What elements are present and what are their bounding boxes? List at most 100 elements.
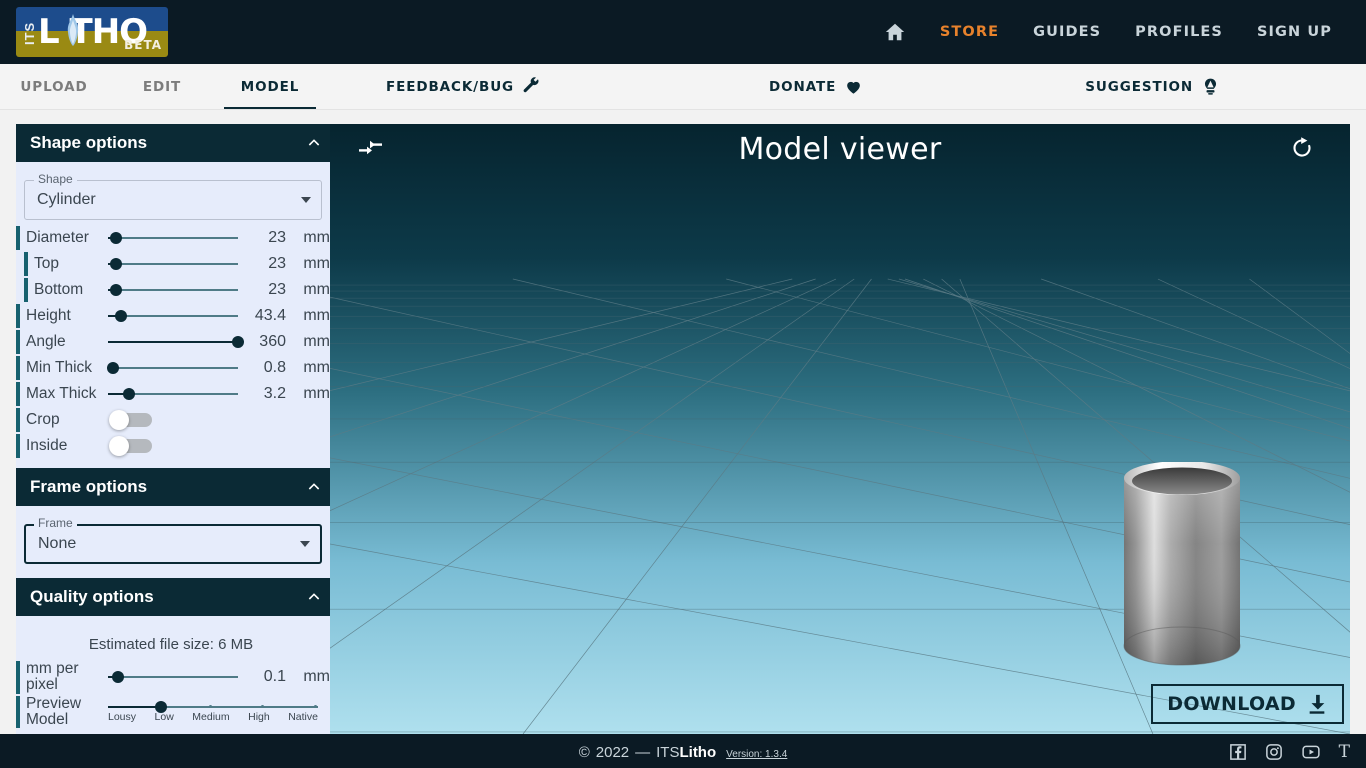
frame-options-header[interactable]: Frame options	[16, 468, 330, 506]
nav-link-store[interactable]: STORE	[940, 24, 999, 40]
row-accent-bar	[16, 695, 20, 729]
refresh-view-button[interactable]	[1290, 136, 1314, 160]
slider-thumb[interactable]	[109, 232, 122, 244]
suggestion-label: SUGGESTION	[1085, 78, 1194, 95]
tick-label-high: High	[248, 710, 270, 723]
logo-its-text: ITS	[22, 21, 37, 45]
label-height: Height	[26, 306, 71, 324]
home-icon[interactable]	[884, 21, 906, 43]
chevron-up-icon[interactable]	[306, 479, 322, 495]
collapse-sidebar-button[interactable]	[358, 136, 384, 160]
value-mm-per-pixel: 0.1	[263, 668, 286, 686]
value-bottom: 23	[268, 281, 286, 298]
donate-label: DONATE	[769, 78, 837, 95]
slider-preview-model[interactable]: Lousy Low Medium High Native	[108, 697, 318, 727]
slider-bottom[interactable]	[108, 280, 238, 300]
brand-prefix: ITS	[656, 743, 680, 761]
label-angle: Angle	[26, 332, 66, 350]
tick-label-medium: Medium	[192, 710, 230, 723]
slider-thumb[interactable]	[109, 284, 122, 296]
site-footer: © 2022 — ITSLitho Version: 1.3.4 T	[0, 734, 1366, 768]
slider-angle[interactable]	[108, 332, 244, 352]
row-preview-model: Preview Model Lousy Low Medium High Nati…	[16, 694, 326, 729]
slider-max-thick[interactable]	[108, 384, 238, 404]
copyright-symbol: ©	[578, 743, 590, 761]
row-accent-bar	[16, 434, 20, 458]
slider-thumb[interactable]	[112, 671, 125, 684]
refresh-icon	[1293, 137, 1311, 157]
slider-thumb[interactable]	[232, 336, 244, 348]
slider-top[interactable]	[108, 254, 238, 274]
unit-height: mm	[303, 307, 330, 324]
feedback-bug-link[interactable]: FEEDBACK/BUG	[386, 77, 541, 96]
quality-options-body: Estimated file size: 6 MB mm per pixel 0…	[16, 616, 330, 734]
slider-thumb[interactable]	[122, 388, 135, 400]
tab-model[interactable]: MODEL	[216, 64, 324, 109]
slider-min-thick[interactable]	[107, 358, 238, 378]
nav-link-sign-up[interactable]: SIGN UP	[1257, 24, 1332, 40]
slider-mm-per-pixel[interactable]	[108, 667, 238, 687]
tick-label-lousy: Lousy	[108, 710, 137, 723]
thingiverse-icon[interactable]: T	[1339, 742, 1350, 762]
shape-select-value: Cylinder	[37, 191, 96, 208]
frame-select-legend: Frame	[34, 516, 77, 530]
slider-track	[108, 289, 238, 291]
options-sidebar[interactable]: Shape options Cylinder Shape Diameter 23…	[0, 110, 330, 734]
copyright-year: 2022	[595, 743, 630, 761]
row-inside: Inside	[16, 434, 326, 458]
chevron-up-icon[interactable]	[306, 135, 322, 151]
value-max-thick: 3.2	[263, 385, 286, 402]
main-content: Shape options Cylinder Shape Diameter 23…	[0, 110, 1366, 734]
facebook-icon[interactable]	[1229, 743, 1247, 761]
label-top: Top	[34, 254, 59, 272]
instagram-icon[interactable]	[1265, 743, 1283, 761]
chevron-up-icon[interactable]	[306, 589, 322, 605]
toggle-knob	[109, 436, 129, 456]
row-mm-per-pixel: mm per pixel 0.1 mm	[16, 660, 330, 694]
quality-options-panel: Quality options Estimated file size: 6 M…	[16, 578, 330, 734]
youtube-icon[interactable]	[1301, 743, 1321, 761]
site-logo[interactable]: ITS L THO BETA	[16, 7, 168, 57]
row-accent-bar	[16, 408, 20, 432]
toggle-crop[interactable]	[109, 410, 152, 430]
slider-thumb[interactable]	[115, 310, 127, 322]
slider-height[interactable]	[108, 306, 238, 326]
shape-options-panel: Shape options Cylinder Shape Diameter 23…	[16, 124, 330, 468]
download-label: DOWNLOAD	[1167, 693, 1296, 715]
slider-thumb[interactable]	[107, 362, 120, 374]
version-link[interactable]: Version: 1.3.4	[726, 749, 787, 760]
suggestion-link[interactable]: SUGGESTION	[1085, 77, 1220, 96]
model-viewer[interactable]: Model viewer DOWNLOAD	[330, 124, 1350, 734]
shape-options-header[interactable]: Shape options	[16, 124, 330, 162]
shape-select[interactable]: Cylinder	[24, 180, 322, 220]
unit-top: mm	[303, 255, 330, 272]
tick-label-low: Low	[154, 710, 174, 723]
donate-link[interactable]: DONATE	[769, 77, 863, 96]
frame-options-body: None Frame	[16, 506, 330, 578]
secondary-tab-bar: UPLOAD EDIT MODEL FEEDBACK/BUG DONATE SU…	[0, 64, 1366, 110]
slider-diameter[interactable]	[108, 228, 238, 248]
flame-icon	[67, 14, 79, 46]
quality-options-header[interactable]: Quality options	[16, 578, 330, 616]
label-crop: Crop	[26, 410, 60, 428]
frame-options-panel: Frame options None Frame	[16, 468, 330, 578]
download-button[interactable]: DOWNLOAD	[1151, 684, 1344, 724]
tab-edit[interactable]: EDIT	[108, 64, 216, 109]
slider-thumb[interactable]	[109, 258, 122, 270]
shape-options-title: Shape options	[30, 133, 148, 152]
nav-link-guides[interactable]: GUIDES	[1033, 24, 1101, 40]
label-preview-model: Preview Model	[26, 694, 82, 728]
frame-select-value: None	[38, 535, 77, 552]
row-accent-bar	[16, 226, 20, 250]
slider-tick	[313, 704, 317, 708]
row-accent-bar	[16, 356, 20, 380]
copyright-dash: —	[635, 743, 651, 761]
cylinder-3d-model[interactable]	[1122, 462, 1242, 672]
wrench-icon	[523, 77, 539, 93]
nav-link-profiles[interactable]: PROFILES	[1135, 24, 1223, 40]
row-accent-bar	[16, 330, 20, 354]
toggle-inside[interactable]	[109, 436, 152, 456]
tab-upload[interactable]: UPLOAD	[0, 64, 108, 109]
social-links: T	[1229, 742, 1350, 762]
frame-select[interactable]: None	[24, 524, 322, 564]
